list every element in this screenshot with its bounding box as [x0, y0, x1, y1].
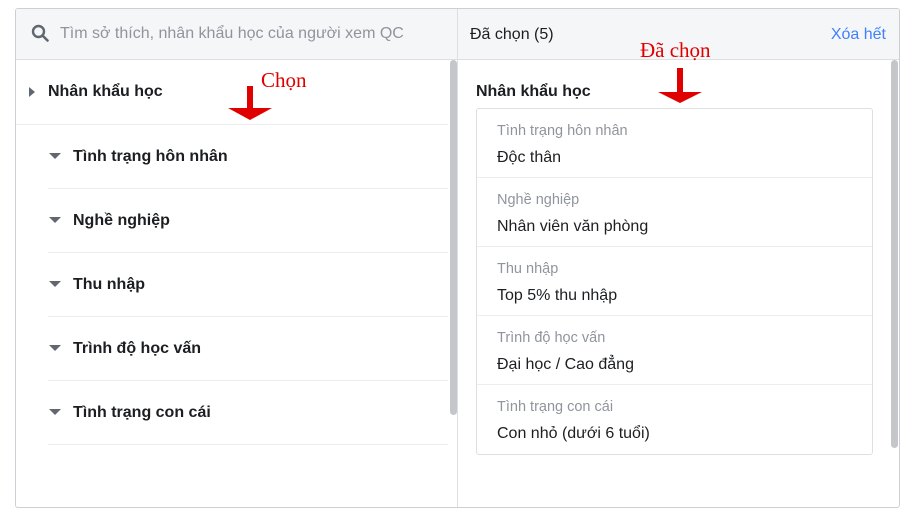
selected-item-value: Nhân viên văn phòng	[497, 218, 649, 235]
search-input[interactable]	[60, 21, 440, 47]
search-bar	[16, 9, 457, 59]
tree-item-parental-status[interactable]: Tình trạng con cái	[48, 381, 448, 445]
selected-item[interactable]: Tình trạng hôn nhân Độc thân	[477, 109, 872, 178]
caret-down-icon[interactable]	[49, 281, 61, 287]
selected-count: Đã chọn (5)	[470, 26, 554, 43]
caret-down-icon[interactable]	[49, 217, 61, 223]
selected-item[interactable]: Thu nhập Top 5% thu nhập	[477, 247, 872, 316]
caret-right-icon[interactable]	[29, 87, 35, 97]
selected-item[interactable]: Tình trạng con cái Con nhỏ (dưới 6 tuổi)	[477, 385, 872, 454]
tree-item-label: Tình trạng hôn nhân	[73, 148, 228, 165]
tree-item-label: Nghề nghiệp	[73, 212, 170, 229]
annotation-arrow-down-icon	[228, 86, 272, 120]
selected-item-value: Đại học / Cao đẳng	[497, 356, 634, 373]
caret-down-icon[interactable]	[49, 409, 61, 415]
selected-item-category: Tình trạng con cái	[497, 399, 614, 415]
search-icon	[31, 24, 49, 42]
annotation-arrow-down-icon	[658, 68, 702, 103]
annotation-selected-label: Đã chọn	[640, 38, 711, 62]
caret-down-icon[interactable]	[49, 153, 61, 159]
selected-item[interactable]: Trình độ học vấn Đại học / Cao đẳng	[477, 316, 872, 385]
clear-all-link[interactable]: Xóa hết	[831, 26, 886, 44]
selected-item-category: Nghề nghiệp	[497, 192, 580, 208]
tree-item-label: Trình độ học vấn	[73, 340, 202, 357]
tree-item-label: Tình trạng con cái	[73, 404, 211, 421]
tree-item-label: Thu nhập	[73, 276, 145, 293]
tree-item-education[interactable]: Trình độ học vấn	[48, 317, 448, 381]
selected-item-value: Top 5% thu nhập	[497, 287, 618, 304]
selected-item-category: Thu nhập	[497, 261, 559, 277]
caret-down-icon[interactable]	[49, 345, 61, 351]
selected-item-value: Con nhỏ (dưới 6 tuổi)	[497, 425, 650, 442]
browse-scrollbar[interactable]	[450, 60, 457, 415]
selected-column: Nhân khẩu học Tình trạng hôn nhân Độc th…	[458, 60, 891, 507]
tree-root-label: Nhân khẩu học	[48, 83, 163, 100]
selected-item-category: Tình trạng hôn nhân	[497, 123, 628, 139]
selected-scrollbar[interactable]	[891, 60, 898, 448]
selected-list: Tình trạng hôn nhân Độc thân Nghề nghiệp…	[476, 108, 873, 455]
targeting-panel: Đã chọn (5) Xóa hết Nhân khẩu học Tình t…	[15, 8, 900, 508]
selected-group-title: Nhân khẩu học	[476, 83, 591, 100]
tree-item-occupation[interactable]: Nghề nghiệp	[48, 189, 448, 253]
selected-item-value: Độc thân	[497, 149, 562, 166]
browse-column: Nhân khẩu học Tình trạng hôn nhân Nghề n…	[16, 60, 457, 507]
tree-item-marital-status[interactable]: Tình trạng hôn nhân	[48, 125, 448, 189]
selected-item[interactable]: Nghề nghiệp Nhân viên văn phòng	[477, 178, 872, 247]
tree-item-income[interactable]: Thu nhập	[48, 253, 448, 317]
selected-item-category: Trình độ học vấn	[497, 330, 606, 346]
